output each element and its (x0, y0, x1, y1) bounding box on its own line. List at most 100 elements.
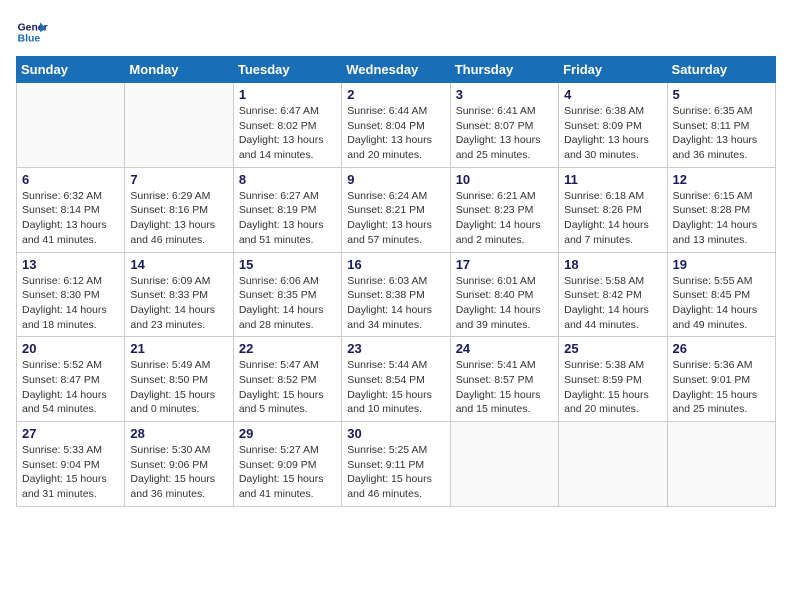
day-info: Sunrise: 6:47 AM Sunset: 8:02 PM Dayligh… (239, 104, 336, 163)
weekday-wednesday: Wednesday (342, 57, 450, 83)
day-info: Sunrise: 6:03 AM Sunset: 8:38 PM Dayligh… (347, 274, 444, 333)
day-number: 20 (22, 341, 119, 356)
day-number: 5 (673, 87, 770, 102)
day-number: 12 (673, 172, 770, 187)
day-info: Sunrise: 6:38 AM Sunset: 8:09 PM Dayligh… (564, 104, 661, 163)
day-info: Sunrise: 6:18 AM Sunset: 8:26 PM Dayligh… (564, 189, 661, 248)
calendar-cell: 1 Sunrise: 6:47 AM Sunset: 8:02 PM Daylig… (233, 83, 341, 168)
day-info: Sunrise: 6:15 AM Sunset: 8:28 PM Dayligh… (673, 189, 770, 248)
week-row-3: 13Sunrise: 6:12 AM Sunset: 8:30 PM Dayli… (17, 252, 776, 337)
weekday-friday: Friday (559, 57, 667, 83)
day-info: Sunrise: 6:21 AM Sunset: 8:23 PM Dayligh… (456, 189, 553, 248)
weekday-monday: Monday (125, 57, 233, 83)
calendar-cell (450, 422, 558, 507)
day-info: Sunrise: 6:41 AM Sunset: 8:07 PM Dayligh… (456, 104, 553, 163)
day-number: 1 (239, 87, 336, 102)
day-number: 8 (239, 172, 336, 187)
day-number: 22 (239, 341, 336, 356)
day-number: 25 (564, 341, 661, 356)
calendar-cell: 5 Sunrise: 6:35 AM Sunset: 8:11 PM Daylig… (667, 83, 775, 168)
calendar-cell: 29Sunrise: 5:27 AM Sunset: 9:09 PM Dayli… (233, 422, 341, 507)
day-number: 10 (456, 172, 553, 187)
day-number: 14 (130, 257, 227, 272)
day-number: 15 (239, 257, 336, 272)
day-number: 7 (130, 172, 227, 187)
day-info: Sunrise: 5:38 AM Sunset: 8:59 PM Dayligh… (564, 358, 661, 417)
day-number: 19 (673, 257, 770, 272)
day-number: 23 (347, 341, 444, 356)
day-info: Sunrise: 5:33 AM Sunset: 9:04 PM Dayligh… (22, 443, 119, 502)
day-number: 21 (130, 341, 227, 356)
day-number: 27 (22, 426, 119, 441)
day-info: Sunrise: 5:58 AM Sunset: 8:42 PM Dayligh… (564, 274, 661, 333)
week-row-1: 1 Sunrise: 6:47 AM Sunset: 8:02 PM Daylig… (17, 83, 776, 168)
day-number: 6 (22, 172, 119, 187)
calendar-cell: 20 Sunrise: 5:52 AM Sunset: 8:47 PM Dayli… (17, 337, 125, 422)
calendar-table: SundayMondayTuesdayWednesdayThursdayFrid… (16, 56, 776, 507)
calendar-cell: 7Sunrise: 6:29 AM Sunset: 8:16 PM Daylig… (125, 167, 233, 252)
day-info: Sunrise: 6:09 AM Sunset: 8:33 PM Dayligh… (130, 274, 227, 333)
day-info: Sunrise: 5:25 AM Sunset: 9:11 PM Dayligh… (347, 443, 444, 502)
day-info: Sunrise: 5:30 AM Sunset: 9:06 PM Dayligh… (130, 443, 227, 502)
day-info: Sunrise: 5:52 AM Sunset: 8:47 PM Dayligh… (22, 358, 119, 417)
calendar-cell: 6 Sunrise: 6:32 AM Sunset: 8:14 PM Daylig… (17, 167, 125, 252)
calendar-cell: 11 Sunrise: 6:18 AM Sunset: 8:26 PM Dayli… (559, 167, 667, 252)
day-number: 11 (564, 172, 661, 187)
day-info: Sunrise: 6:06 AM Sunset: 8:35 PM Dayligh… (239, 274, 336, 333)
calendar-cell: 8 Sunrise: 6:27 AM Sunset: 8:19 PM Daylig… (233, 167, 341, 252)
calendar-cell: 21 Sunrise: 5:49 AM Sunset: 8:50 PM Dayli… (125, 337, 233, 422)
day-info: Sunrise: 6:32 AM Sunset: 8:14 PM Dayligh… (22, 189, 119, 248)
day-info: Sunrise: 5:55 AM Sunset: 8:45 PM Dayligh… (673, 274, 770, 333)
calendar-cell: 13Sunrise: 6:12 AM Sunset: 8:30 PM Dayli… (17, 252, 125, 337)
day-info: Sunrise: 6:44 AM Sunset: 8:04 PM Dayligh… (347, 104, 444, 163)
day-number: 4 (564, 87, 661, 102)
calendar-cell: 4 Sunrise: 6:38 AM Sunset: 8:09 PM Daylig… (559, 83, 667, 168)
day-number: 30 (347, 426, 444, 441)
calendar-cell (17, 83, 125, 168)
day-number: 16 (347, 257, 444, 272)
weekday-tuesday: Tuesday (233, 57, 341, 83)
day-number: 17 (456, 257, 553, 272)
weekday-thursday: Thursday (450, 57, 558, 83)
day-number: 26 (673, 341, 770, 356)
logo: General Blue (16, 16, 52, 48)
calendar-cell: 28 Sunrise: 5:30 AM Sunset: 9:06 PM Dayli… (125, 422, 233, 507)
weekday-saturday: Saturday (667, 57, 775, 83)
day-info: Sunrise: 5:49 AM Sunset: 8:50 PM Dayligh… (130, 358, 227, 417)
day-info: Sunrise: 5:44 AM Sunset: 8:54 PM Dayligh… (347, 358, 444, 417)
day-number: 28 (130, 426, 227, 441)
day-number: 3 (456, 87, 553, 102)
calendar-cell: 16 Sunrise: 6:03 AM Sunset: 8:38 PM Dayli… (342, 252, 450, 337)
calendar-cell: 27 Sunrise: 5:33 AM Sunset: 9:04 PM Dayli… (17, 422, 125, 507)
calendar-cell (667, 422, 775, 507)
day-info: Sunrise: 6:35 AM Sunset: 8:11 PM Dayligh… (673, 104, 770, 163)
day-info: Sunrise: 5:27 AM Sunset: 9:09 PM Dayligh… (239, 443, 336, 502)
calendar-cell: 3 Sunrise: 6:41 AM Sunset: 8:07 PM Daylig… (450, 83, 558, 168)
day-number: 18 (564, 257, 661, 272)
calendar-cell: 30 Sunrise: 5:25 AM Sunset: 9:11 PM Dayli… (342, 422, 450, 507)
day-info: Sunrise: 6:24 AM Sunset: 8:21 PM Dayligh… (347, 189, 444, 248)
calendar-cell: 10 Sunrise: 6:21 AM Sunset: 8:23 PM Dayli… (450, 167, 558, 252)
calendar-cell (559, 422, 667, 507)
week-row-2: 6 Sunrise: 6:32 AM Sunset: 8:14 PM Daylig… (17, 167, 776, 252)
calendar-cell: 17 Sunrise: 6:01 AM Sunset: 8:40 PM Dayli… (450, 252, 558, 337)
day-number: 2 (347, 87, 444, 102)
calendar-cell: 9 Sunrise: 6:24 AM Sunset: 8:21 PM Daylig… (342, 167, 450, 252)
day-info: Sunrise: 6:12 AM Sunset: 8:30 PM Dayligh… (22, 274, 119, 333)
calendar-cell: 23 Sunrise: 5:44 AM Sunset: 8:54 PM Dayli… (342, 337, 450, 422)
day-number: 9 (347, 172, 444, 187)
day-info: Sunrise: 6:27 AM Sunset: 8:19 PM Dayligh… (239, 189, 336, 248)
day-info: Sunrise: 5:41 AM Sunset: 8:57 PM Dayligh… (456, 358, 553, 417)
calendar-cell: 24 Sunrise: 5:41 AM Sunset: 8:57 PM Dayli… (450, 337, 558, 422)
calendar-cell: 25 Sunrise: 5:38 AM Sunset: 8:59 PM Dayli… (559, 337, 667, 422)
calendar-cell: 19 Sunrise: 5:55 AM Sunset: 8:45 PM Dayli… (667, 252, 775, 337)
calendar-cell: 18 Sunrise: 5:58 AM Sunset: 8:42 PM Dayli… (559, 252, 667, 337)
week-row-5: 27 Sunrise: 5:33 AM Sunset: 9:04 PM Dayli… (17, 422, 776, 507)
page-header: General Blue (16, 16, 776, 48)
calendar-cell (125, 83, 233, 168)
weekday-header-row: SundayMondayTuesdayWednesdayThursdayFrid… (17, 57, 776, 83)
day-info: Sunrise: 5:47 AM Sunset: 8:52 PM Dayligh… (239, 358, 336, 417)
day-info: Sunrise: 6:01 AM Sunset: 8:40 PM Dayligh… (456, 274, 553, 333)
calendar-cell: 12 Sunrise: 6:15 AM Sunset: 8:28 PM Dayli… (667, 167, 775, 252)
day-number: 24 (456, 341, 553, 356)
